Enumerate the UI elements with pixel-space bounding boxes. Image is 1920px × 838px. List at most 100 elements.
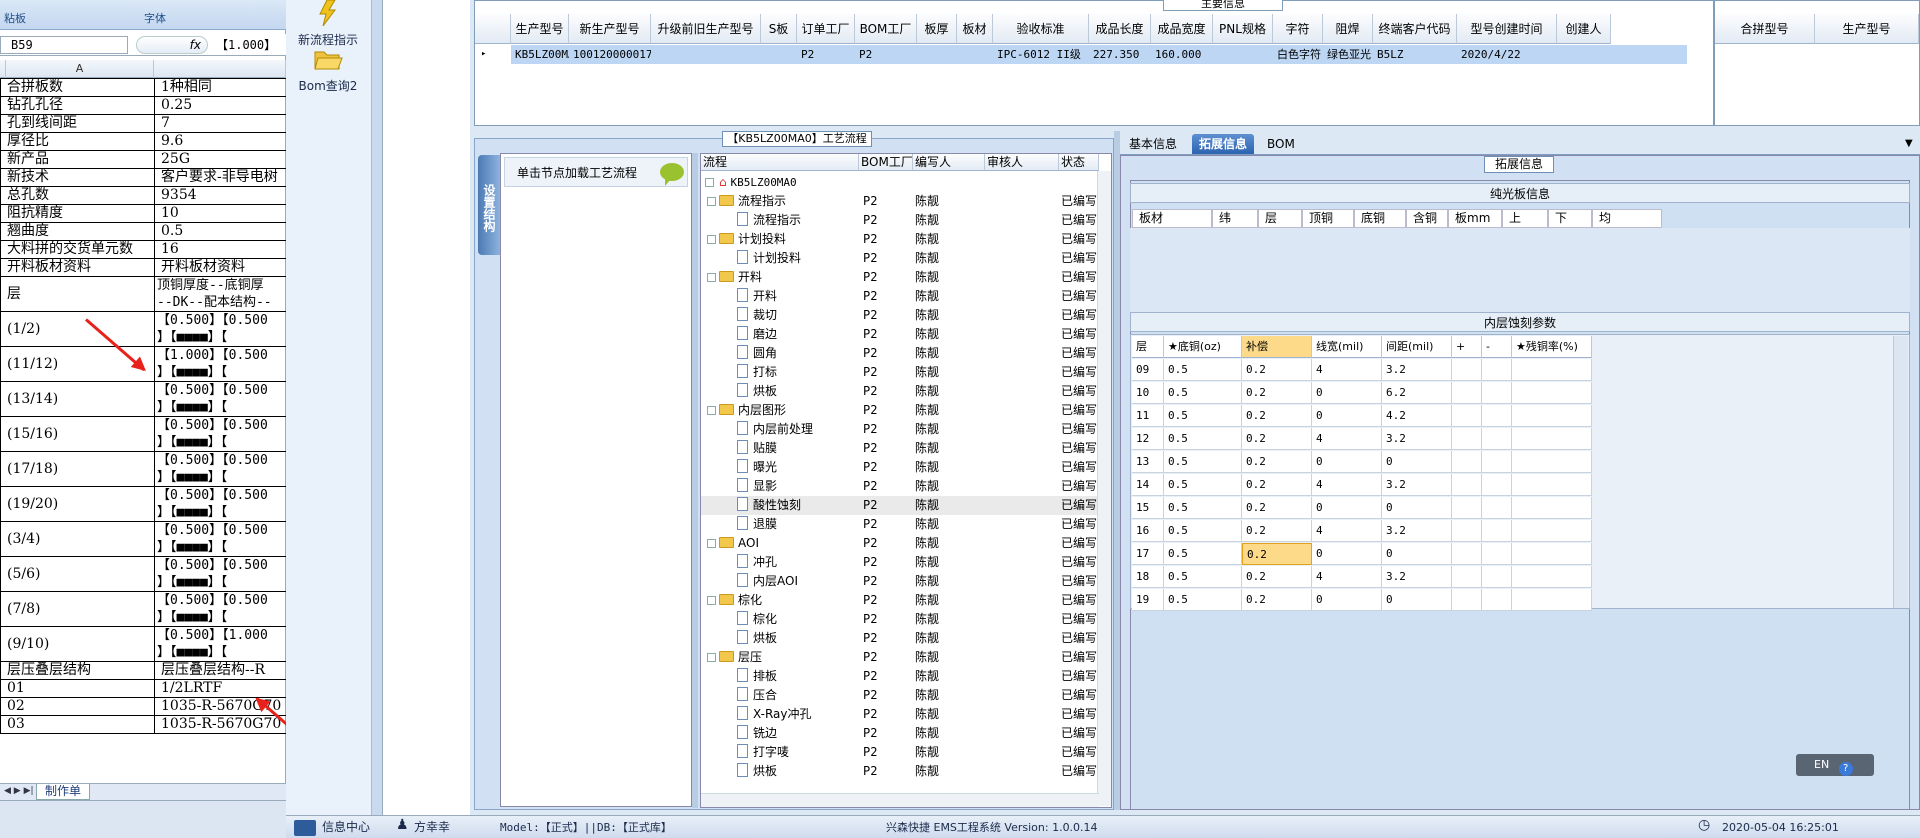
etch-cell[interactable] <box>1482 382 1512 404</box>
plain-col-header[interactable]: 顶铜 <box>1302 209 1354 228</box>
grid-header-9[interactable]: 成品长度 <box>1089 14 1151 44</box>
etch-cell[interactable] <box>1512 520 1592 542</box>
etch-col-header[interactable]: ★残铜率(%) <box>1512 336 1592 358</box>
cell-b[interactable]: 【0.500】【0.500 】【■■■■】【 <box>154 416 286 452</box>
tree-row[interactable]: 压合 P2 陈靓 已编写 <box>701 686 1099 705</box>
cell-a[interactable]: (5/6) <box>0 556 155 592</box>
grid-cell-8[interactable]: IPC-6012 II级 <box>993 45 1089 64</box>
formula-input[interactable]: 【1.000】 <box>216 36 286 54</box>
cell-a[interactable]: 层压叠层结构 <box>0 661 155 680</box>
grid-cell-1[interactable]: 10012000001734 <box>569 45 651 64</box>
etch-cell[interactable]: 0 <box>1312 382 1382 404</box>
cell-b[interactable]: 7 <box>154 114 286 133</box>
cell-a[interactable]: (13/14) <box>0 381 155 417</box>
etch-cell[interactable]: 16 <box>1132 520 1164 542</box>
name-box[interactable]: B59 <box>0 36 128 54</box>
cell-b[interactable]: 1/2LRTF <box>154 679 286 698</box>
etch-cell[interactable] <box>1482 566 1512 588</box>
cell-a[interactable]: (3/4) <box>0 521 155 557</box>
cell-a[interactable]: 钻孔孔径 <box>0 96 155 115</box>
grid-cell-11[interactable] <box>1213 45 1273 64</box>
etch-cell[interactable] <box>1512 589 1592 611</box>
cell-a[interactable]: (7/8) <box>0 591 155 627</box>
info-center-link[interactable]: 信息中心 <box>322 819 370 836</box>
tree-row[interactable]: 内层AOI P2 陈靓 已编写 <box>701 572 1099 591</box>
etch-cell[interactable] <box>1452 451 1482 473</box>
tree-row[interactable]: 冲孔 P2 陈靓 已编写 <box>701 553 1099 572</box>
etch-cell[interactable]: 0 <box>1382 497 1452 519</box>
collapse-icon[interactable] <box>707 596 716 605</box>
etch-cell[interactable] <box>1452 405 1482 427</box>
tree-row[interactable]: 酸性蚀刻 P2 陈靓 已编写 <box>701 496 1099 515</box>
tree-row[interactable]: 退膜 P2 陈靓 已编写 <box>701 515 1099 534</box>
tree-row[interactable]: 贴膜 P2 陈靓 已编写 <box>701 439 1099 458</box>
etch-cell[interactable]: 0.5 <box>1164 520 1242 542</box>
cell-a[interactable]: 大料拼的交货单元数 <box>0 240 155 259</box>
plain-col-header[interactable]: 板mm <box>1448 209 1502 228</box>
tree-row[interactable]: 裁切 P2 陈靓 已编写 <box>701 306 1099 325</box>
plain-col-header[interactable]: 下 <box>1548 209 1592 228</box>
etch-cell[interactable]: 0.2 <box>1242 405 1312 427</box>
tree-row[interactable]: 计划投料 P2 陈靓 已编写 <box>701 230 1099 249</box>
cell-b[interactable]: 1种相同 <box>154 78 286 97</box>
etch-cell[interactable] <box>1482 428 1512 450</box>
etch-cell[interactable]: 0.2 <box>1242 382 1312 404</box>
tree-row[interactable]: 打标 P2 陈靓 已编写 <box>701 363 1099 382</box>
etch-cell[interactable]: 0.2 <box>1242 451 1312 473</box>
tab-extended-info[interactable]: 拓展信息 <box>1192 134 1255 154</box>
tree-row[interactable]: 开料 P2 陈靓 已编写 <box>701 287 1099 306</box>
etch-cell[interactable]: 0.2 <box>1242 359 1312 381</box>
help-icon[interactable]: ? <box>1838 762 1853 776</box>
ribbon-group-paste[interactable]: 粘板 <box>4 10 26 26</box>
tree-row[interactable]: 内层前处理 P2 陈靓 已编写 <box>701 420 1099 439</box>
grid-cell-0[interactable]: KB5LZ00MA0 <box>511 45 569 64</box>
etch-cell[interactable] <box>1512 497 1592 519</box>
etch-cell[interactable] <box>1512 451 1592 473</box>
plain-col-header[interactable]: 含铜 <box>1406 209 1448 228</box>
etch-cell[interactable] <box>1482 359 1512 381</box>
etch-cell[interactable]: 17 <box>1132 543 1164 565</box>
grid-header-12[interactable]: 字符 <box>1273 14 1323 44</box>
etch-cell[interactable]: 18 <box>1132 566 1164 588</box>
tree-col-header[interactable]: 审核人 <box>985 154 1059 171</box>
etch-cell[interactable]: 0 <box>1312 543 1382 565</box>
etch-cell[interactable] <box>1482 474 1512 496</box>
etch-cell[interactable]: 3.2 <box>1382 474 1452 496</box>
etch-cell[interactable]: 0 <box>1382 589 1452 611</box>
cell-a[interactable]: 层 <box>0 276 155 312</box>
etch-col-header[interactable]: 补偿 <box>1242 336 1312 358</box>
tree-col-header[interactable]: BOM工厂 <box>859 154 913 171</box>
tab-bom[interactable]: BOM <box>1260 134 1302 154</box>
grid-header-4[interactable]: 订单工厂 <box>797 14 855 44</box>
tree-row[interactable]: 内层图形 P2 陈靓 已编写 <box>701 401 1099 420</box>
plain-col-header[interactable]: 均 <box>1592 209 1662 228</box>
etch-cell[interactable] <box>1512 543 1592 565</box>
etch-cell[interactable]: 0.2 <box>1242 589 1312 611</box>
tree-col-header[interactable]: 状态 <box>1059 154 1099 171</box>
etch-cell[interactable]: 0 <box>1312 405 1382 427</box>
etch-cell[interactable] <box>1512 359 1592 381</box>
etch-vscroll[interactable] <box>1893 336 1908 608</box>
etch-col-header[interactable]: 层 <box>1132 336 1164 358</box>
side-tab-structure[interactable]: 设置结构 <box>478 155 500 255</box>
etch-cell[interactable]: 13 <box>1132 451 1164 473</box>
etch-cell[interactable]: 0.5 <box>1164 451 1242 473</box>
grid-header-13[interactable]: 阻焊 <box>1323 14 1373 44</box>
etch-cell[interactable] <box>1452 589 1482 611</box>
tree-root-row[interactable]: ⌂ KB5LZ00MA0 <box>701 173 1099 192</box>
grid-header-5[interactable]: BOM工厂 <box>855 14 917 44</box>
column-a-header[interactable]: A <box>6 60 154 78</box>
etch-col-header[interactable]: - <box>1482 336 1512 358</box>
cell-b[interactable]: 10 <box>154 204 286 223</box>
etch-cell[interactable] <box>1482 520 1512 542</box>
cell-b[interactable]: 【0.500】【0.500 】【■■■■】【 <box>154 591 286 627</box>
cell-b[interactable]: 【0.500】【0.500 】【■■■■】【 <box>154 556 286 592</box>
sheet-grid[interactable]: 合拼板数 1种相同 钻孔孔径 0.25 孔到线间距 7 厚径比 9.6 新产品 25G 新技术 客户要… <box>0 78 286 734</box>
etch-cell[interactable] <box>1512 474 1592 496</box>
cell-b[interactable]: 【0.500】【0.500 】【■■■■】【 <box>154 311 286 347</box>
cell-b[interactable]: 【0.500】【0.500 】【■■■■】【 <box>154 381 286 417</box>
etch-cell[interactable] <box>1452 566 1482 588</box>
cell-a[interactable]: 02 <box>0 697 155 716</box>
etch-cell[interactable] <box>1452 543 1482 565</box>
etch-cell[interactable] <box>1482 405 1512 427</box>
